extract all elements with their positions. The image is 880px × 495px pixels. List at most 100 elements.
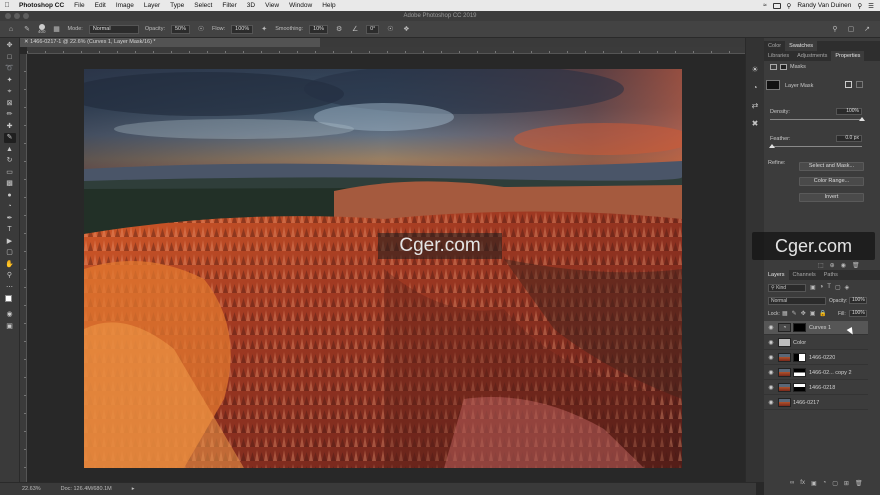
menu-type[interactable]: Type — [165, 2, 189, 9]
filter-type-icon[interactable]: T — [827, 284, 831, 291]
tab-color[interactable]: Color — [764, 41, 785, 51]
wifi-icon[interactable]: ≈ — [763, 2, 767, 9]
hand-tool-icon[interactable]: ✋ — [4, 260, 16, 270]
horizontal-ruler[interactable] — [27, 47, 756, 54]
smoothing-settings-icon[interactable]: ⚙ — [334, 24, 344, 34]
symmetry-icon[interactable]: ❖ — [401, 24, 411, 34]
zoom-window-icon[interactable] — [23, 13, 29, 19]
menu-window[interactable]: Window — [284, 2, 317, 9]
type-tool-icon[interactable]: T — [4, 225, 16, 235]
close-window-icon[interactable] — [5, 13, 11, 19]
menu-edit[interactable]: Edit — [90, 2, 111, 9]
brush-tool-icon[interactable]: ✎ — [3, 133, 16, 143]
brightness-icon[interactable]: ☀ — [750, 64, 760, 74]
lasso-tool-icon[interactable]: ➰ — [4, 64, 16, 74]
zoom-level[interactable]: 22.63% — [22, 486, 41, 492]
layer-name[interactable]: 1466-0217 — [793, 400, 819, 406]
eraser-tool-icon[interactable]: ▭ — [4, 168, 16, 178]
clone-stamp-tool-icon[interactable]: ▲ — [4, 145, 16, 155]
move-tool-icon[interactable]: ✥ — [4, 41, 16, 51]
status-menu-icon[interactable]: ▸ — [132, 486, 135, 492]
pressure-opacity-icon[interactable]: ☉ — [196, 24, 206, 34]
link-layers-icon[interactable]: ∞ — [790, 480, 794, 487]
blur-tool-icon[interactable]: ● — [4, 191, 16, 201]
layer-row[interactable]: ◉ 1466-0218 — [764, 381, 868, 395]
filter-shape-icon[interactable]: ▢ — [835, 284, 841, 291]
pixel-mask-icon[interactable] — [770, 64, 777, 70]
lock-artboard-icon[interactable]: ▣ — [810, 310, 816, 317]
path-select-tool-icon[interactable]: ▶ — [4, 237, 16, 247]
tab-properties[interactable]: Properties — [831, 51, 865, 61]
feather-input[interactable]: 0.0 px — [836, 135, 862, 142]
dodge-tool-icon[interactable]: ◔ — [4, 202, 16, 212]
flow-input[interactable]: 100% — [231, 24, 254, 34]
document-canvas-image[interactable] — [84, 69, 682, 468]
lock-transparency-icon[interactable]: ▦ — [782, 310, 788, 317]
gradient-tool-icon[interactable]: ▩ — [4, 179, 16, 189]
menu-select[interactable]: Select — [189, 2, 217, 9]
brush-size-picker[interactable]: 400 — [38, 23, 46, 35]
menu-filter[interactable]: Filter — [217, 2, 241, 9]
layer-style-icon[interactable]: fx — [800, 480, 805, 487]
battery-icon[interactable] — [772, 2, 781, 9]
add-mask-icon[interactable]: ▣ — [811, 480, 817, 487]
visibility-eye-icon[interactable]: ◉ — [764, 354, 778, 361]
menu-view[interactable]: View — [260, 2, 284, 9]
more-tools-icon[interactable]: ⋯ — [4, 283, 16, 293]
layer-opacity-input[interactable]: 100% — [849, 297, 867, 304]
visibility-eye-icon[interactable]: ◉ — [764, 339, 778, 346]
vertical-ruler[interactable] — [20, 54, 27, 482]
add-vector-mask-icon[interactable] — [856, 81, 863, 88]
layer-name[interactable]: Curves 1 — [809, 325, 831, 331]
delete-mask-icon[interactable]: 🗑 — [852, 262, 860, 269]
layer-name[interactable]: Color — [793, 340, 806, 346]
menu-layer[interactable]: Layer — [139, 2, 165, 9]
tab-layers[interactable]: Layers — [764, 270, 789, 280]
layer-mask-thumb[interactable] — [793, 323, 806, 332]
load-selection-icon[interactable]: ⬚ — [818, 262, 824, 269]
tab-paths[interactable]: Paths — [820, 270, 842, 280]
search-icon[interactable]: ⚲ — [857, 2, 862, 10]
visibility-eye-icon[interactable]: ◉ — [764, 324, 778, 331]
apply-mask-icon[interactable]: ⊕ — [830, 262, 835, 269]
history-brush-tool-icon[interactable]: ↻ — [4, 156, 16, 166]
layer-row[interactable]: ◉ 1466-02... copy 2 — [764, 366, 868, 380]
pen-tool-icon[interactable]: ✒ — [4, 214, 16, 224]
menu-3d[interactable]: 3D — [242, 2, 260, 9]
feather-slider-thumb[interactable] — [769, 144, 775, 148]
mode-dropdown[interactable]: Normal — [88, 24, 139, 34]
layer-name[interactable]: 1466-0220 — [809, 355, 835, 361]
tools-icon[interactable]: ✖ — [750, 118, 760, 128]
filter-pixel-icon[interactable]: ▣ — [810, 284, 816, 291]
minimize-window-icon[interactable] — [14, 13, 20, 19]
layer-filter-kind[interactable]: ⚲ Kind — [768, 284, 806, 292]
tab-adjustments[interactable]: Adjustments — [793, 51, 831, 61]
healing-brush-tool-icon[interactable]: ✚ — [4, 122, 16, 132]
layer-mask-thumb[interactable] — [793, 368, 806, 377]
document-size[interactable]: Doc: 126.4M/680.1M — [61, 486, 112, 492]
frame-tool-icon[interactable]: ⊠ — [4, 99, 16, 109]
brush-tool-preset-icon[interactable]: ✎ — [22, 24, 32, 34]
layer-blend-mode-dropdown[interactable]: Normal — [768, 297, 826, 305]
filter-adjustment-icon[interactable]: ◑ — [820, 284, 824, 291]
quick-mask-icon[interactable]: ◉ — [4, 310, 16, 320]
select-and-mask-button[interactable]: Select and Mask... — [799, 162, 864, 171]
quick-select-tool-icon[interactable]: ✦ — [4, 76, 16, 86]
lock-position-icon[interactable]: ✥ — [801, 310, 806, 317]
layer-name[interactable]: 1466-02... copy 2 — [809, 370, 852, 376]
history-icon[interactable]: ⇄ — [750, 100, 760, 110]
tab-channels[interactable]: Channels — [789, 270, 820, 280]
screen-mode-icon[interactable]: ▣ — [4, 322, 16, 332]
menu-image[interactable]: Image — [111, 2, 139, 9]
select-pixel-mask-icon[interactable] — [845, 81, 852, 88]
vector-mask-icon[interactable] — [780, 64, 787, 70]
layer-row[interactable]: ◉ 1466-0217 — [764, 396, 868, 410]
visibility-eye-icon[interactable]: ◉ — [764, 384, 778, 391]
menu-app-name[interactable]: Photoshop CC — [14, 2, 69, 9]
lock-image-icon[interactable]: ✎ — [792, 310, 797, 317]
search-icon[interactable]: ⚲ — [787, 2, 792, 10]
new-adjustment-icon[interactable]: ◔ — [823, 480, 827, 487]
pressure-size-icon[interactable]: ☉ — [385, 24, 395, 34]
color-swatches[interactable] — [4, 294, 16, 308]
tab-swatches[interactable]: Swatches — [785, 41, 818, 51]
